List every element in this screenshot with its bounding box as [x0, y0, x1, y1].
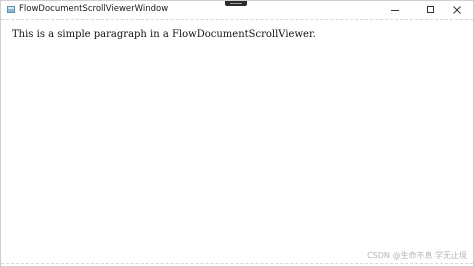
minimize-icon	[391, 10, 399, 11]
flow-document-scroll-viewer[interactable]: This is a simple paragraph in a FlowDocu…	[1, 20, 473, 266]
watermark: CSDN @生命不息 学无止境	[367, 251, 467, 260]
close-button[interactable]	[439, 1, 474, 19]
title-bar[interactable]: FlowDocumentScrollViewerWindow	[1, 1, 473, 20]
app-window-icon	[7, 6, 15, 13]
maximize-icon	[427, 6, 434, 13]
debug-toolbar-handle[interactable]	[225, 1, 247, 6]
application-window: FlowDocumentScrollViewerWindow This is a…	[0, 0, 474, 267]
debug-toolbar-line	[230, 3, 242, 4]
window-title: FlowDocumentScrollViewerWindow	[19, 4, 169, 14]
window-bottom-edge	[1, 263, 473, 266]
document-paragraph: This is a simple paragraph in a FlowDocu…	[12, 29, 316, 40]
minimize-button[interactable]	[377, 1, 413, 19]
close-icon	[453, 6, 461, 14]
